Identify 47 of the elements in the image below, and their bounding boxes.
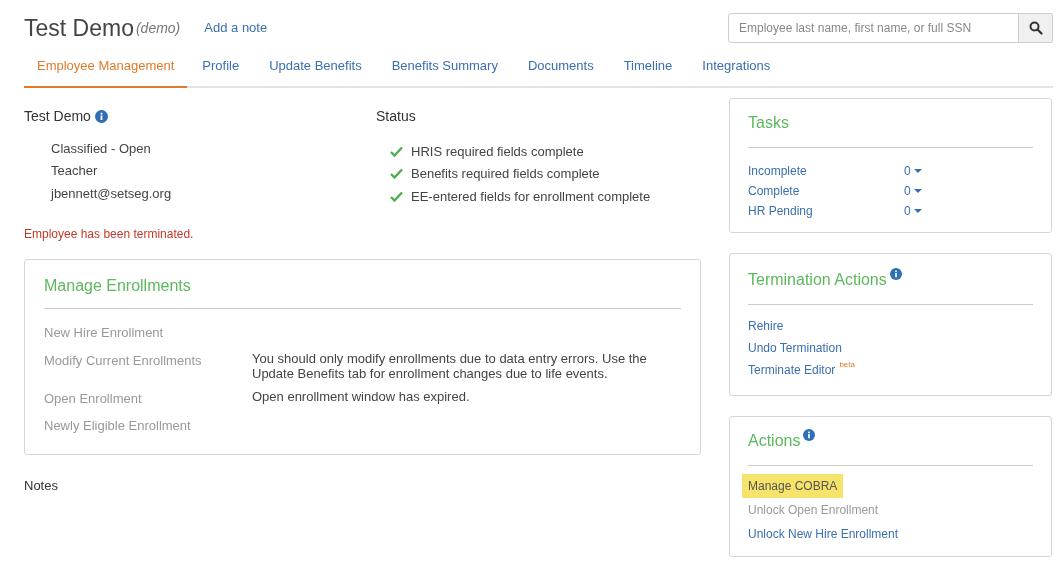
panel-title: Actions bbox=[748, 430, 801, 451]
search-field[interactable]: Employee last name, first name, or full SSN bbox=[728, 13, 1019, 43]
action-link[interactable]: Terminate Editor bbox=[748, 360, 836, 379]
tab[interactable]: Documents bbox=[512, 56, 609, 86]
enrollment-note: Open enrollment window has expired. bbox=[252, 388, 471, 404]
tab[interactable]: Profile bbox=[187, 56, 255, 86]
termination-message: Employee has been terminated. bbox=[24, 226, 194, 243]
employee-detail: Teacher bbox=[51, 162, 99, 180]
status-item: HRIS required fields complete bbox=[411, 142, 584, 161]
info-icon[interactable] bbox=[803, 428, 816, 441]
employee-name: Test Demo bbox=[24, 106, 91, 126]
task-count-dropdown[interactable]: 0 bbox=[904, 181, 922, 200]
caret-icon bbox=[913, 188, 922, 193]
info-icon[interactable] bbox=[889, 267, 902, 280]
employee-detail: jbennett@setseg.org bbox=[51, 184, 173, 203]
tab[interactable]: Integrations bbox=[687, 56, 786, 86]
search-button[interactable] bbox=[1019, 13, 1053, 43]
status-item: Benefits required fields complete bbox=[411, 165, 600, 183]
action-link[interactable]: Unlock New Hire Enrollment bbox=[748, 521, 899, 546]
add-note-link[interactable]: Add a note bbox=[204, 18, 268, 38]
status-item: EE-entered fields for enrollment complete bbox=[411, 187, 651, 206]
page-subtitle: (demo) bbox=[135, 18, 181, 38]
search-icon bbox=[1028, 21, 1043, 35]
tab[interactable]: Benefits Summary bbox=[376, 56, 513, 86]
tab[interactable]: Employee Management bbox=[24, 56, 188, 88]
panel-title: Termination Actions bbox=[748, 269, 887, 290]
page-title: Test Demo bbox=[24, 13, 134, 43]
action-link[interactable]: Undo Termination bbox=[748, 338, 842, 357]
task-link[interactable]: Incomplete bbox=[748, 161, 904, 180]
panel-title: Manage Enrollments bbox=[44, 274, 681, 309]
action-link[interactable]: Rehire bbox=[748, 316, 784, 335]
enrollment-note: You should only modify enrollments due to data entry errors. Use the Update Benefits tab for enrollment changes due to life events. bbox=[252, 350, 648, 381]
caret-icon bbox=[913, 208, 922, 213]
task-link[interactable]: Complete bbox=[748, 181, 904, 200]
info-icon[interactable] bbox=[94, 109, 108, 123]
employee-detail: Classified - Open bbox=[51, 139, 152, 158]
task-link[interactable]: HR Pending bbox=[748, 201, 904, 220]
action-link[interactable]: Manage COBRA bbox=[742, 473, 844, 498]
caret-icon bbox=[913, 168, 922, 173]
task-count-dropdown[interactable]: 0 bbox=[904, 201, 922, 220]
status-title: Status bbox=[376, 106, 417, 126]
beta-label: beta bbox=[839, 360, 855, 369]
tab[interactable]: Update Benefits bbox=[254, 56, 377, 86]
task-count-dropdown[interactable]: 0 bbox=[904, 161, 922, 180]
tab[interactable]: Timeline bbox=[608, 56, 688, 86]
notes-label: Notes bbox=[24, 476, 59, 495]
panel-title: Tasks bbox=[748, 110, 1033, 148]
